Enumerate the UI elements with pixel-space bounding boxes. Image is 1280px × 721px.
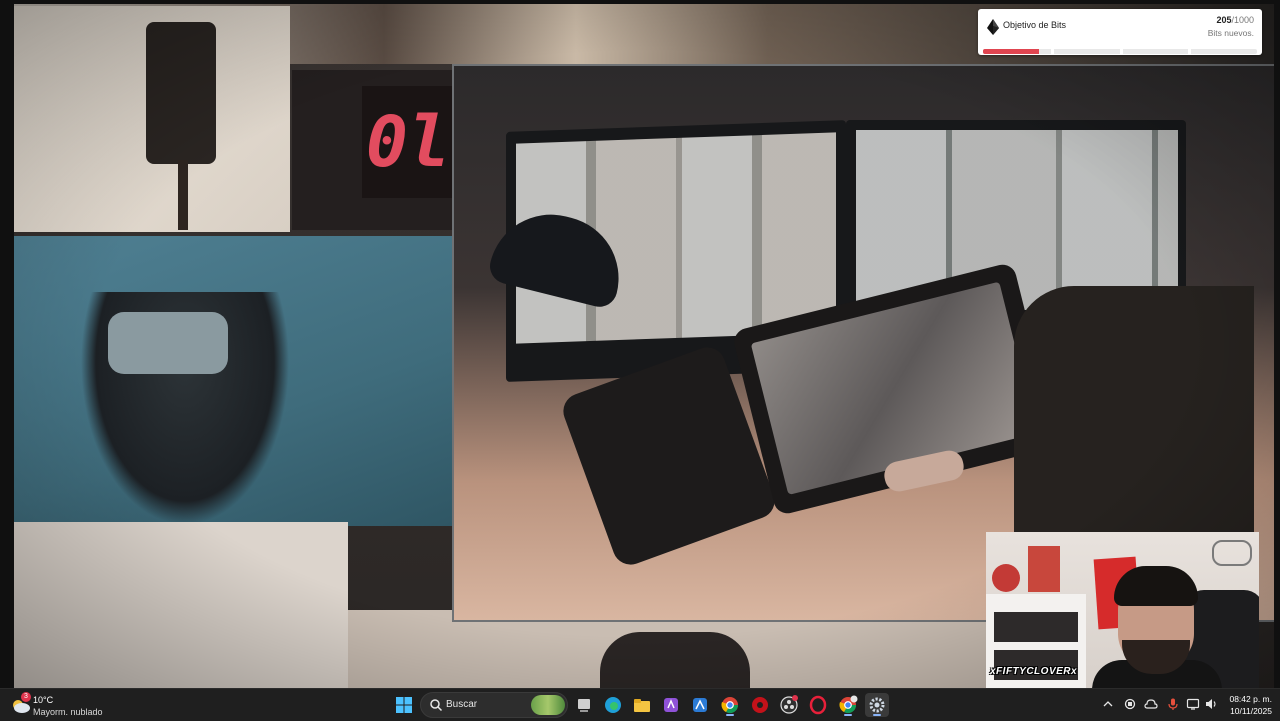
opera-gx-icon[interactable] [806,693,830,717]
display-icon[interactable] [1186,697,1200,711]
frame-top [0,0,1280,4]
chair-back [600,632,750,688]
bits-progress-bar [983,49,1257,54]
clock-time: 08:42 p. m. [1229,694,1272,704]
active-app-indicator [726,714,734,716]
bits-total: /1000 [1231,15,1254,25]
cloud-icon[interactable] [1144,697,1158,711]
active-app-indicator [873,714,881,716]
bits-current: 205 [1216,15,1232,25]
obs-icon[interactable] [777,693,801,717]
sync-icon[interactable] [1123,697,1137,711]
edge-icon[interactable] [601,693,625,717]
search-icon [430,699,443,712]
progress-tick [1188,49,1191,54]
progress-tick [1051,49,1054,54]
bits-goal-widget: Objetivo de Bits 205/1000 Bits nuevos. [978,9,1262,55]
weather-notification-badge: 3 [21,692,31,702]
search-label: Buscar [446,699,478,710]
clock-date: 10/11/2025 [1230,706,1272,716]
task-view-icon[interactable] [572,693,596,717]
bits-progress-fill [983,49,1040,54]
weather-condition: Mayorm. nublado [33,707,103,717]
bits-goal-title: Objetivo de Bits [1003,20,1067,30]
fridge-stand [178,160,188,230]
progress-tick [1120,49,1123,54]
facecam: xFIFTYCLOVERx [986,532,1259,688]
gamepad-icon [1212,540,1252,566]
fridge-handle [146,22,216,164]
weather-temperature: 10°C [33,695,54,705]
bits-goal-subtitle: Bits nuevos. [1207,28,1254,38]
chrome-icon[interactable] [718,693,742,717]
active-app-indicator [844,714,852,716]
taskbar-search-box[interactable]: Buscar [420,692,568,718]
shelf-row [994,612,1078,642]
microphone-icon[interactable] [1166,697,1180,711]
system-clock[interactable]: 08:42 p. m. 10/11/2025 [1229,693,1272,717]
store-icon[interactable] [688,693,712,717]
streamer-hair [1114,566,1198,606]
chevron-up-icon[interactable] [1101,697,1115,711]
settings-icon[interactable] [865,693,889,717]
search-highlight-image [531,695,565,715]
file-explorer-icon[interactable] [630,693,654,717]
windows-start-icon[interactable] [392,693,416,717]
digital-clock-display: 0l [362,86,454,198]
volume-icon[interactable] [1204,697,1218,711]
purple-app-icon[interactable] [659,693,683,717]
red-app-icon[interactable] [748,693,772,717]
streamer-username: xFIFTYCLOVERx [990,666,1078,677]
taskbar: 3 10°C Mayorm. nublado Buscar 08:42 p. m… [0,688,1280,721]
chrome-profile-icon[interactable] [836,693,860,717]
vr-headset [108,312,228,374]
white-box [14,522,348,688]
poster [1028,546,1060,592]
frame-left [0,0,14,688]
bits-gem-icon [987,19,999,35]
frame-right [1274,0,1280,688]
bits-goal-count: 205/1000 [1216,15,1254,25]
spiderman-figure [992,564,1020,592]
